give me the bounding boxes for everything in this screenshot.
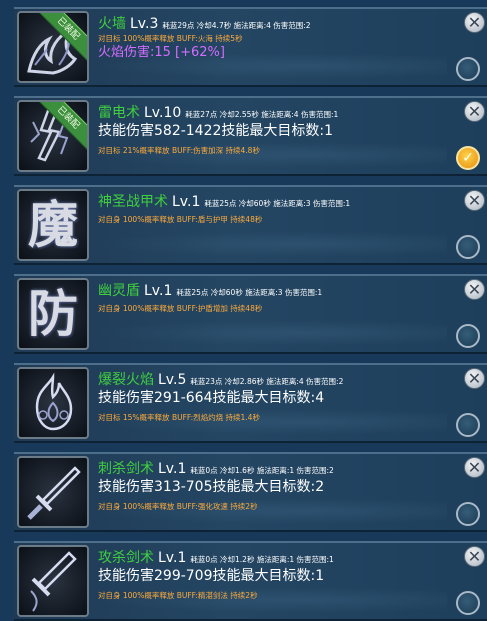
skill-buff: 对自身 100%概率释放 BUFF:护盾增加 持续48秒 bbox=[98, 304, 263, 313]
close-icon[interactable]: ✕ bbox=[464, 190, 485, 211]
skill-title: 攻杀剑术 Lv.1 耗蓝0点 冷却1.2秒 施法距离:1 伤害范围:1 bbox=[98, 547, 334, 567]
skill-meta: 耗蓝0点 冷却1.6秒 施法距离:1 伤害范围:2 bbox=[190, 466, 334, 475]
skill-card-ghost-shield[interactable]: 防 幽灵盾 Lv.1 耗蓝25点 冷却60秒 施法距离:3 伤害范围:1 对自身 1… bbox=[14, 274, 487, 354]
skill-damage: 技能伤害582-1422技能最大目标数:1 bbox=[98, 123, 334, 139]
skill-level: Lv.3 bbox=[130, 16, 159, 32]
select-toggle[interactable] bbox=[456, 413, 480, 437]
select-toggle[interactable] bbox=[456, 502, 480, 526]
skill-name: 幽灵盾 bbox=[98, 283, 140, 299]
select-toggle-checked[interactable]: ✓ bbox=[456, 146, 480, 170]
close-icon[interactable]: ✕ bbox=[464, 101, 485, 122]
sword-thrust-icon bbox=[17, 456, 89, 528]
skill-card-lightning[interactable]: 已装配 雷电术 Lv.10 耗蓝27点 冷却2.55秒 施法距离:4 伤害范围:1 … bbox=[14, 96, 487, 176]
skill-meta: 耗蓝27点 冷却2.55秒 施法距离:4 伤害范围:1 bbox=[185, 110, 339, 119]
icon-glyph: 防 bbox=[28, 284, 78, 343]
skill-damage: 技能伤害313-705技能最大目标数:2 bbox=[98, 479, 325, 495]
skill-level: Lv.1 bbox=[158, 461, 187, 477]
skill-buff: 对自身 100%概率释放 BUFF:盾与护甲 持续48秒 bbox=[98, 215, 263, 224]
skill-meta: 耗蓝23点 冷却2.86秒 施法距离:4 伤害范围:2 bbox=[190, 377, 344, 386]
skill-title: 幽灵盾 Lv.1 耗蓝25点 冷却60秒 施法距离:3 伤害范围:1 bbox=[98, 280, 322, 300]
skill-name: 神圣战甲术 bbox=[98, 194, 168, 210]
skill-title: 雷电术 Lv.10 耗蓝27点 冷却2.55秒 施法距离:4 伤害范围:1 bbox=[98, 102, 338, 122]
skill-title: 刺杀剑术 Lv.1 耗蓝0点 冷却1.6秒 施法距离:1 伤害范围:2 bbox=[98, 458, 334, 478]
skill-level: Lv.10 bbox=[144, 105, 182, 121]
skill-name: 雷电术 bbox=[98, 105, 140, 121]
close-icon[interactable]: ✕ bbox=[464, 12, 485, 33]
skill-level: Lv.5 bbox=[158, 372, 187, 388]
skill-level: Lv.1 bbox=[144, 283, 173, 299]
skill-meta: 耗蓝0点 冷却1.2秒 施法距离:1 伤害范围:1 bbox=[190, 555, 334, 564]
defense-shield-icon: 防 bbox=[17, 278, 89, 350]
close-icon[interactable]: ✕ bbox=[464, 457, 485, 478]
skill-title: 火墙 Lv.3 耗蓝29点 冷却4.7秒 施法距离:4 伤害范围:2 bbox=[98, 13, 311, 33]
skill-name: 攻杀剑术 bbox=[98, 550, 154, 566]
skill-card-attack-sword[interactable]: 攻杀剑术 Lv.1 耗蓝0点 冷却1.2秒 施法距离:1 伤害范围:1 技能伤害29… bbox=[14, 541, 487, 621]
skill-buff: 对目标 21%概率释放 BUFF:伤害加深 持续4.8秒 bbox=[98, 146, 260, 155]
skill-card-fire-wall[interactable]: 已装配 火墙 Lv.3 耗蓝29点 冷却4.7秒 施法距离:4 伤害范围:2 对目标… bbox=[14, 7, 487, 87]
skill-title: 神圣战甲术 Lv.1 耗蓝25点 冷却60秒 施法距离:3 伤害范围:1 bbox=[98, 191, 350, 211]
skill-damage: 技能伤害291-664技能最大目标数:4 bbox=[98, 390, 325, 406]
skill-name: 刺杀剑术 bbox=[98, 461, 154, 477]
sword-strike-icon bbox=[17, 545, 89, 617]
blue-flame-icon bbox=[17, 367, 89, 439]
close-icon[interactable]: ✕ bbox=[464, 368, 485, 389]
lightning-icon: 已装配 bbox=[17, 100, 89, 172]
skill-damage: 技能伤害299-709技能最大目标数:1 bbox=[98, 568, 325, 584]
select-toggle[interactable] bbox=[456, 591, 480, 615]
select-toggle[interactable] bbox=[456, 235, 480, 259]
skill-card-assassin-sword[interactable]: 刺杀剑术 Lv.1 耗蓝0点 冷却1.6秒 施法距离:1 伤害范围:2 技能伤害31… bbox=[14, 452, 487, 532]
skill-level: Lv.1 bbox=[158, 550, 187, 566]
close-icon[interactable]: ✕ bbox=[464, 279, 485, 300]
skill-meta: 耗蓝25点 冷却60秒 施法距离:3 伤害范围:1 bbox=[176, 288, 323, 297]
skill-name: 火墙 bbox=[98, 16, 126, 32]
skill-card-burst-flame[interactable]: 爆裂火焰 Lv.5 耗蓝23点 冷却2.86秒 施法距离:4 伤害范围:2 技能伤害… bbox=[14, 363, 487, 443]
skill-level: Lv.1 bbox=[172, 194, 201, 210]
skill-buff: 对自身 100%概率释放 BUFF:强化攻速 持续2秒 bbox=[98, 502, 258, 511]
skill-damage: 火焰伤害:15 [+62%] bbox=[98, 45, 225, 60]
skill-buff: 对目标 15%概率释放 BUFF:烈焰灼烧 持续1.4秒 bbox=[98, 413, 260, 422]
skill-title: 爆裂火焰 Lv.5 耗蓝23点 冷却2.86秒 施法距离:4 伤害范围:2 bbox=[98, 369, 343, 389]
skill-meta: 耗蓝25点 冷却60秒 施法距离:3 伤害范围:1 bbox=[204, 199, 351, 208]
select-toggle[interactable] bbox=[456, 57, 480, 81]
magic-armor-icon: 魔 bbox=[17, 189, 89, 261]
skill-name: 爆裂火焰 bbox=[98, 372, 154, 388]
skill-card-holy-armor[interactable]: 魔 神圣战甲术 Lv.1 耗蓝25点 冷却60秒 施法距离:3 伤害范围:1 对自身… bbox=[14, 185, 487, 265]
skill-meta: 耗蓝29点 冷却4.7秒 施法距离:4 伤害范围:2 bbox=[162, 21, 311, 30]
select-toggle[interactable] bbox=[456, 324, 480, 348]
skill-buff: 对自身 100%概率释放 BUFF:精湛剑法 持续2秒 bbox=[98, 591, 258, 600]
icon-glyph: 魔 bbox=[28, 195, 78, 254]
close-icon[interactable]: ✕ bbox=[464, 546, 485, 567]
fire-wall-icon: 已装配 bbox=[17, 11, 89, 83]
